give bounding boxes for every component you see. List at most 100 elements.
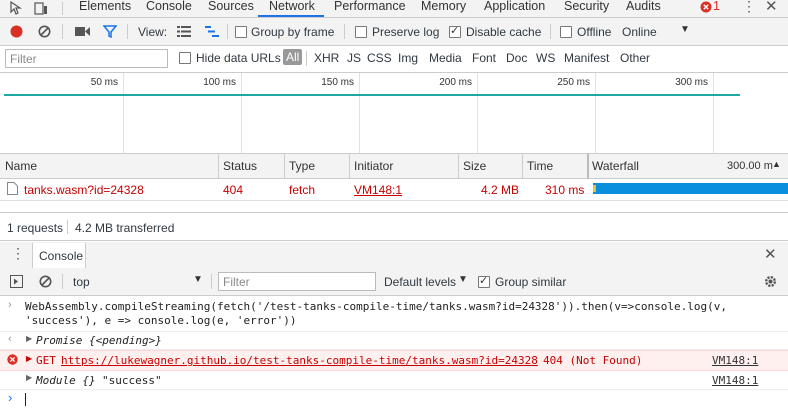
log-module-object[interactable]: Module {} bbox=[36, 374, 96, 387]
tab-audits[interactable]: Audits bbox=[626, 0, 661, 13]
request-type: fetch bbox=[289, 183, 316, 197]
network-filter-input[interactable]: Filter bbox=[5, 49, 168, 68]
input-prompt-icon: › bbox=[8, 299, 12, 311]
type-filter-font[interactable]: Font bbox=[472, 51, 496, 65]
devtools-tab-bar: Elements Console Sources Network Perform… bbox=[0, 0, 788, 18]
inspect-element-icon[interactable] bbox=[9, 0, 23, 18]
type-filter-doc[interactable]: Doc bbox=[506, 51, 527, 65]
waterfall-view-icon[interactable] bbox=[205, 26, 219, 40]
type-filter-css[interactable]: CSS bbox=[367, 51, 392, 65]
drawer-tab-label: Console bbox=[39, 249, 84, 263]
group-by-frame-checkbox[interactable] bbox=[235, 26, 247, 38]
console-prompt[interactable]: › bbox=[0, 390, 788, 409]
column-name[interactable]: Name bbox=[5, 159, 37, 173]
close-drawer-icon[interactable]: ✕ bbox=[764, 245, 777, 263]
column-time[interactable]: Time bbox=[527, 159, 553, 173]
tab-security[interactable]: Security bbox=[564, 0, 609, 13]
column-type[interactable]: Type bbox=[289, 159, 315, 173]
promise-result[interactable]: Promise {<pending>} bbox=[36, 334, 162, 347]
console-result-entry: ‹ ▶ Promise {<pending>} bbox=[0, 332, 788, 350]
timeline-tick-label: 150 ms bbox=[321, 77, 354, 88]
offline-label: Offline bbox=[577, 25, 612, 39]
error-count-badge[interactable] bbox=[700, 1, 712, 16]
error-expand-triangle-icon[interactable]: ▶ bbox=[26, 354, 32, 363]
large-rows-icon[interactable] bbox=[177, 26, 191, 40]
table-row[interactable]: tanks.wasm?id=24328 404 fetch VM148:1 4.… bbox=[0, 179, 788, 201]
tab-sources[interactable]: Sources bbox=[208, 0, 254, 13]
preserve-log-label: Preserve log bbox=[372, 25, 440, 39]
device-toolbar-icon[interactable] bbox=[34, 1, 48, 18]
network-status-bar: 1 requests 4.2 MB transferred bbox=[0, 212, 788, 241]
log-expand-triangle-icon[interactable]: ▶ bbox=[26, 373, 32, 382]
screenshot-camera-icon[interactable] bbox=[75, 26, 90, 40]
column-initiator[interactable]: Initiator bbox=[354, 159, 393, 173]
console-settings-gear-icon[interactable] bbox=[763, 274, 778, 292]
chevron-down-icon[interactable]: ▼ bbox=[680, 24, 690, 35]
drawer-tab-console[interactable]: Console bbox=[32, 243, 86, 268]
expand-triangle-icon[interactable]: ▶ bbox=[26, 334, 32, 343]
tab-memory[interactable]: Memory bbox=[421, 0, 466, 13]
hide-data-urls-label: Hide data URLs bbox=[196, 51, 281, 65]
record-icon[interactable] bbox=[10, 25, 23, 41]
timeline-tick-label: 100 ms bbox=[203, 77, 236, 88]
waterfall-bar[interactable] bbox=[593, 183, 788, 194]
group-similar-checkbox[interactable] bbox=[478, 274, 490, 288]
log-source-link[interactable]: VM148:1 bbox=[712, 374, 758, 387]
view-label: View: bbox=[138, 25, 168, 39]
error-source-link[interactable]: VM148:1 bbox=[712, 354, 758, 367]
request-count: 1 requests bbox=[7, 221, 64, 235]
type-filter-media[interactable]: Media bbox=[429, 51, 462, 65]
tab-performance[interactable]: Performance bbox=[334, 0, 406, 13]
type-filter-img[interactable]: Img bbox=[398, 51, 418, 65]
group-by-frame-label: Group by frame bbox=[251, 25, 335, 39]
network-overview-timeline[interactable]: 50 ms 100 ms 150 ms 200 ms 250 ms 300 ms bbox=[0, 73, 788, 154]
type-filter-ws[interactable]: WS bbox=[536, 51, 555, 65]
column-status[interactable]: Status bbox=[223, 159, 257, 173]
clear-console-icon[interactable] bbox=[39, 275, 52, 291]
overview-request-bar bbox=[4, 94, 740, 96]
network-filter-bar: Filter Hide data URLs All XHR JS CSS Img… bbox=[0, 46, 788, 73]
console-toolbar: top ▼ Filter Default levels ▼ Group simi… bbox=[0, 268, 788, 296]
console-filter-input[interactable]: Filter bbox=[218, 272, 376, 291]
more-options-icon[interactable]: ⋮ bbox=[742, 0, 756, 15]
drawer-tab-bar: ⋮ Console ✕ bbox=[0, 242, 788, 269]
offline-checkbox[interactable] bbox=[560, 26, 572, 38]
column-size[interactable]: Size bbox=[463, 159, 486, 173]
log-levels-select[interactable]: Default levels bbox=[384, 275, 456, 289]
tab-elements[interactable]: Elements bbox=[79, 0, 131, 13]
tab-console[interactable]: Console bbox=[146, 0, 192, 13]
context-chevron-down-icon[interactable]: ▼ bbox=[193, 274, 203, 285]
error-url-link[interactable]: https://lukewagner.github.io/test-tanks-… bbox=[61, 354, 538, 367]
type-filter-xhr[interactable]: XHR bbox=[314, 51, 339, 65]
disable-cache-checkbox[interactable] bbox=[449, 24, 461, 38]
active-tab-indicator bbox=[258, 15, 324, 17]
console-prompt-icon: › bbox=[8, 390, 13, 405]
hide-data-urls-checkbox[interactable] bbox=[179, 52, 191, 64]
throttling-select[interactable]: Online bbox=[622, 25, 657, 39]
request-initiator-link[interactable]: VM148:1 bbox=[354, 183, 402, 197]
timeline-tick-label: 50 ms bbox=[90, 77, 118, 88]
type-filter-js[interactable]: JS bbox=[347, 51, 361, 65]
column-waterfall[interactable]: Waterfall bbox=[592, 159, 639, 173]
type-filter-other[interactable]: Other bbox=[620, 51, 650, 65]
error-count: 1 bbox=[713, 0, 720, 13]
drawer-menu-icon[interactable]: ⋮ bbox=[11, 245, 25, 262]
show-sidebar-icon[interactable] bbox=[10, 275, 23, 291]
console-log-entry: ▶ Module {} "success" VM148:1 bbox=[0, 370, 788, 390]
sort-ascending-icon[interactable]: ▲ bbox=[772, 159, 781, 169]
request-name[interactable]: tanks.wasm?id=24328 bbox=[24, 183, 144, 197]
request-time: 310 ms bbox=[545, 183, 585, 197]
console-command-line-1: WebAssembly.compileStreaming(fetch('/tes… bbox=[25, 300, 727, 313]
type-filter-manifest[interactable]: Manifest bbox=[564, 51, 609, 65]
levels-chevron-down-icon[interactable]: ▼ bbox=[458, 274, 468, 285]
clear-icon[interactable] bbox=[38, 25, 51, 41]
type-filter-all[interactable]: All bbox=[283, 49, 303, 65]
close-devtools-icon[interactable]: ✕ bbox=[765, 0, 778, 15]
context-select[interactable]: top bbox=[73, 275, 90, 289]
preserve-log-checkbox[interactable] bbox=[355, 26, 367, 38]
error-status-text: 404 (Not Found) bbox=[543, 354, 643, 367]
group-similar-label: Group similar bbox=[495, 275, 567, 289]
tab-network[interactable]: Network bbox=[269, 0, 315, 13]
tab-application[interactable]: Application bbox=[484, 0, 545, 13]
filter-icon[interactable] bbox=[102, 25, 118, 41]
